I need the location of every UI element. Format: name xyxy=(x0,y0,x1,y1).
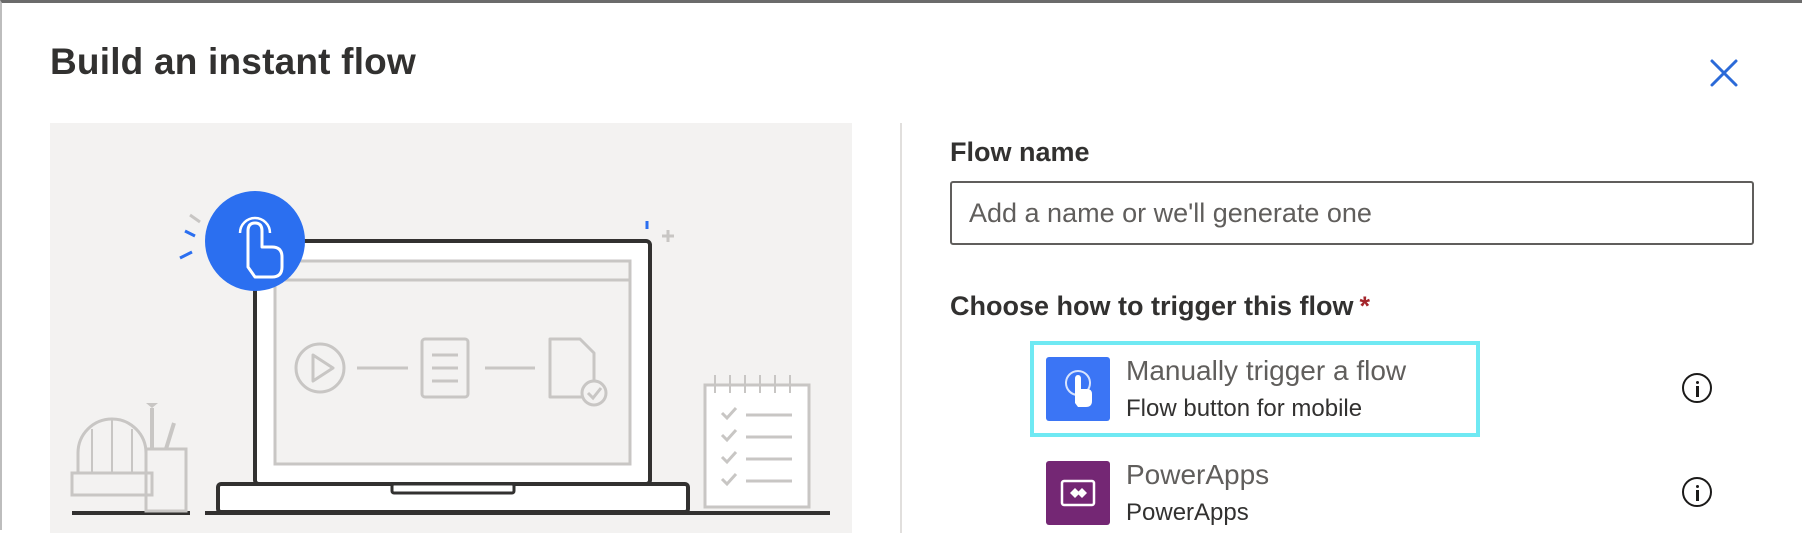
trigger-label: Choose how to trigger this flow * xyxy=(950,291,1370,322)
trigger-option-manual[interactable]: Manually trigger a flow Flow button for … xyxy=(1030,341,1480,437)
panel-divider xyxy=(900,123,902,533)
close-icon xyxy=(1710,59,1738,87)
required-marker: * xyxy=(1359,291,1370,321)
touch-icon xyxy=(1065,370,1092,407)
trigger-tile-powerapps xyxy=(1046,461,1110,525)
build-instant-flow-dialog: Build an instant flow Flow name Add a na… xyxy=(0,0,1802,533)
trigger-subtitle: PowerApps xyxy=(1126,499,1249,526)
flow-name-label: Flow name xyxy=(950,137,1090,167)
dialog-title: Build an instant flow xyxy=(50,41,416,82)
powerapps-icon xyxy=(1060,479,1096,507)
trigger-title: Manually trigger a flow xyxy=(1126,355,1407,386)
info-icon[interactable] xyxy=(1682,477,1712,507)
trigger-subtitle: Flow button for mobile xyxy=(1126,395,1363,422)
trigger-option-powerapps[interactable]: PowerApps PowerApps xyxy=(1030,449,1480,545)
info-icon[interactable] xyxy=(1682,373,1712,403)
trigger-tile-manual xyxy=(1046,357,1110,421)
flow-name-input[interactable] xyxy=(950,181,1754,245)
illustration-panel xyxy=(50,123,852,533)
laptop-illustration xyxy=(70,191,830,515)
close-button[interactable] xyxy=(1702,51,1746,95)
trigger-label-text: Choose how to trigger this flow xyxy=(950,291,1354,321)
trigger-title: PowerApps xyxy=(1126,459,1270,490)
